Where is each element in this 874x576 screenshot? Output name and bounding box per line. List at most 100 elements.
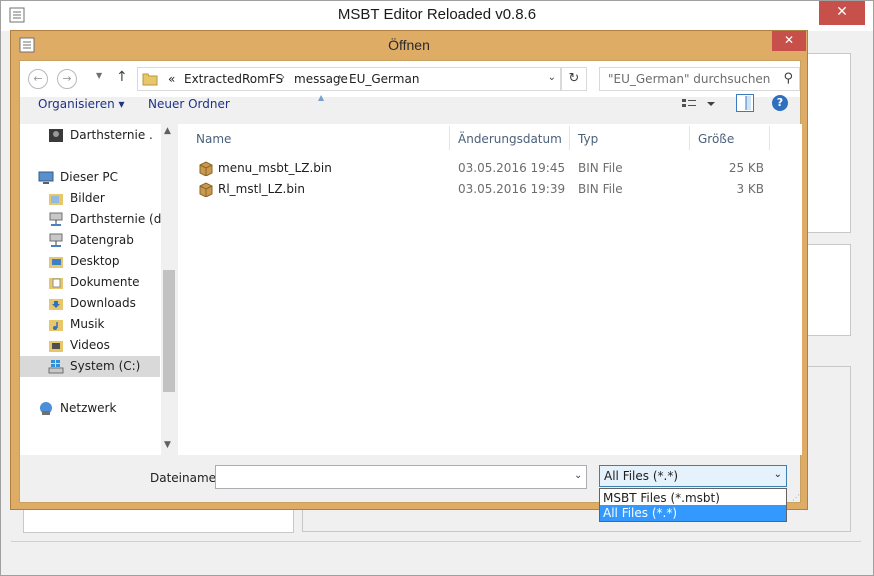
file-type: BIN File [578,182,623,196]
change-view-button[interactable] [680,94,720,114]
dialog-titlebar: Öffnen ✕ [11,31,807,59]
network-drive-icon [49,212,63,226]
nav-item-bilder[interactable]: Bilder [48,188,160,209]
recent-locations-chevron-icon[interactable]: ▼ [96,71,102,80]
nav-item-label: Videos [70,338,110,352]
column-divider[interactable] [569,126,570,150]
forward-button[interactable]: → [57,69,77,89]
nav-item-label: Dieser PC [60,170,118,184]
file-type-filter-select[interactable]: All Files (*.*) ⌄ [599,465,787,487]
refresh-icon: ↻ [568,71,580,86]
address-row: ← → ▼ ↑ « ExtractedRomFS › message › EU_… [20,61,800,97]
documents-folder-icon [49,278,63,289]
nav-item-musik[interactable]: Musik [48,314,160,335]
arrow-up-icon: ↑ [116,69,128,85]
user-avatar-icon [49,129,63,142]
search-icon: ⚲ [783,71,793,86]
column-header-size[interactable]: Größe [698,132,734,146]
resize-grip-icon[interactable]: ⋰ [792,493,800,502]
nav-item-desktop[interactable]: Desktop [48,251,160,272]
nav-pane-scrollbar[interactable]: ▲ ▼ [161,124,176,455]
nav-item-system-c[interactable]: System (C:) [20,356,160,377]
filename-label: Dateiname: [150,471,221,485]
bin-file-package-icon [199,161,213,176]
new-folder-button[interactable]: Neuer Ordner [148,97,230,111]
file-date: 03.05.2016 19:45 [458,161,566,175]
crumb-extractedromfs[interactable]: ExtractedRomFS [184,72,283,86]
network-icon [40,402,52,415]
arrow-left-icon: ← [33,72,43,85]
filter-option-all-files[interactable]: All Files (*.*) [600,505,786,521]
arrow-right-icon: → [62,72,72,85]
nav-item-darthsternie-drive[interactable]: Darthsternie (dar [48,209,174,230]
address-dropdown-chevron-icon[interactable]: ⌄ [548,72,556,83]
organize-button[interactable]: Organisieren ▾ [38,97,125,111]
file-row[interactable]: Rl_mstl_LZ.bin 03.05.2016 19:39 BIN File… [178,179,802,200]
scrollbar-thumb[interactable] [163,270,175,392]
pictures-folder-icon [49,194,63,205]
nav-item-user[interactable]: Darthsternie . [48,125,160,146]
filter-option-msbt[interactable]: MSBT Files (*.msbt) [600,490,786,506]
bg-panel-top-right [807,53,851,233]
windows-drive-icon [48,360,64,374]
file-date: 03.05.2016 19:39 [458,182,566,196]
refresh-button[interactable]: ↻ [561,67,587,91]
back-button[interactable]: ← [28,69,48,89]
nav-item-netzwerk[interactable]: Netzwerk [38,398,160,419]
window-title: MSBT Editor Reloaded v0.8.6 [337,6,537,23]
nav-item-datengrab[interactable]: Datengrab [48,230,160,251]
crumb-separator-icon[interactable]: › [281,72,285,83]
address-overflow[interactable]: « [168,72,175,86]
main-titlebar: MSBT Editor Reloaded v0.8.6 ✕ [1,1,873,31]
filename-dropdown-chevron-icon[interactable]: ⌄ [574,470,582,481]
open-file-dialog: Öffnen ✕ ← → ▼ ↑ « ExtractedRomFS › mess… [10,30,808,522]
column-header-name[interactable]: Name [196,132,231,146]
file-type: BIN File [578,161,623,175]
help-button[interactable]: ? [772,95,788,111]
filter-selected-value: All Files (*.*) [604,469,679,483]
view-list-icon [682,99,715,107]
file-list: ▲ Name Änderungsdatum Typ Größe menu_msb… [178,93,802,455]
nav-item-this-pc[interactable]: Dieser PC [38,167,160,188]
sort-ascending-icon: ▲ [318,93,325,102]
search-input[interactable]: "EU_German" durchsuchen ⚲ [599,67,800,91]
column-header-date[interactable]: Änderungsdatum [458,132,562,146]
bg-panel-mid-right [807,244,851,336]
preview-pane-icon [745,96,751,110]
dialog-title: Öffnen [388,37,430,53]
nav-item-dokumente[interactable]: Dokumente [48,272,160,293]
crumb-separator-icon[interactable]: › [338,72,342,83]
filename-field[interactable] [215,465,587,489]
scroll-up-icon[interactable]: ▲ [164,126,171,136]
nav-item-label: Bilder [70,191,105,205]
nav-item-label: Darthsternie (dar [70,212,174,226]
nav-item-label: Darthsternie . [70,128,153,142]
column-header-type[interactable]: Typ [578,132,598,146]
dialog-close-button[interactable]: ✕ [772,31,806,51]
bg-text-box[interactable] [23,506,294,533]
nav-item-label: Desktop [70,254,120,268]
main-close-button[interactable]: ✕ [819,1,865,25]
dialog-client-area: ← → ▼ ↑ « ExtractedRomFS › message › EU_… [19,60,802,522]
nav-item-label: Datengrab [70,233,134,247]
up-button[interactable]: ↑ [116,69,128,85]
network-drive-icon [49,233,63,247]
crumb-eu-german[interactable]: EU_German [349,72,419,86]
scroll-down-icon[interactable]: ▼ [164,440,171,450]
column-divider[interactable] [449,126,450,150]
music-folder-icon [49,320,63,331]
column-divider[interactable] [689,126,690,150]
file-size: 25 KB [728,161,764,175]
preview-pane-button[interactable] [736,94,754,112]
desktop-folder-icon [49,257,63,268]
file-name: Rl_mstl_LZ.bin [218,182,305,196]
file-row[interactable]: menu_msbt_LZ.bin 03.05.2016 19:45 BIN Fi… [178,158,802,179]
nav-item-videos[interactable]: Videos [48,335,160,356]
computer-icon [38,171,54,184]
address-bar[interactable]: « ExtractedRomFS › message › EU_German ⌄ [137,67,561,91]
file-name: menu_msbt_LZ.bin [218,161,332,175]
nav-item-downloads[interactable]: Downloads [48,293,160,314]
nav-item-label: Downloads [70,296,136,310]
nav-item-label: Netzwerk [60,401,117,415]
column-divider[interactable] [769,126,770,150]
